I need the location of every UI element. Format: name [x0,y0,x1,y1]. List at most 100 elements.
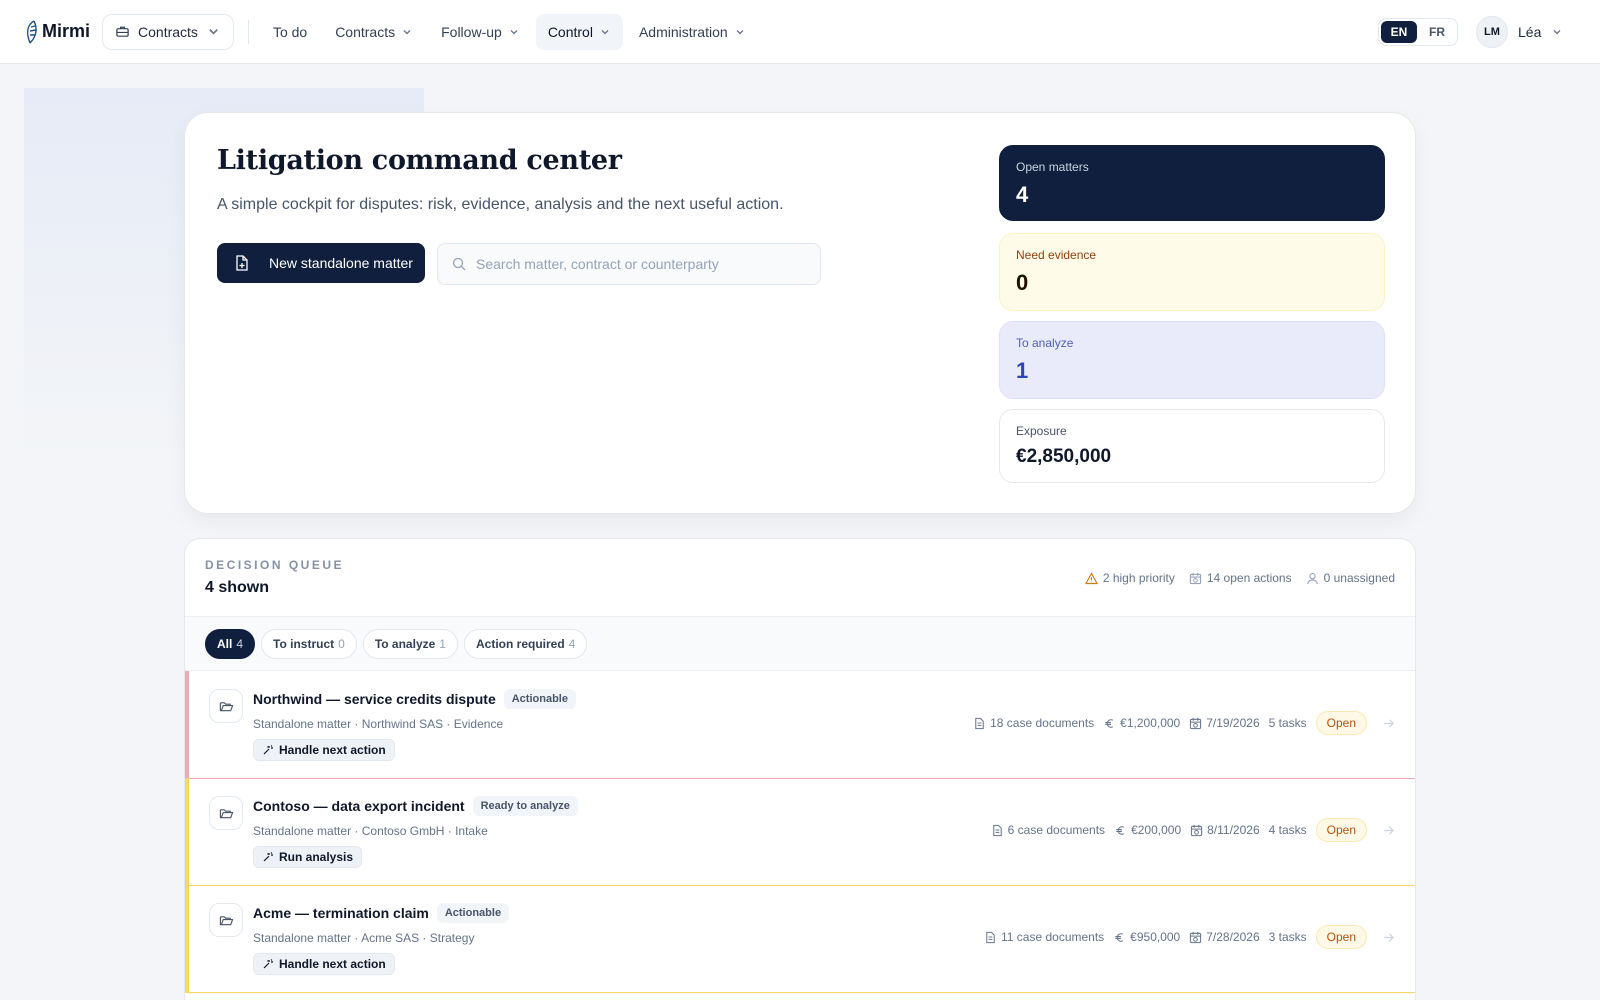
queue-filter-tabs: All 4 To instruct 0 To analyze 1 Action req… [185,617,1415,671]
documents-text: 11 case documents [1001,930,1105,944]
matter-meta: Standalone matter · Contoso GmbH · Intak… [253,824,488,838]
matter-row[interactable]: Northwind — service credits dispute Acti… [185,671,1415,779]
matter-title[interactable]: Contoso — data export incident [253,798,465,814]
search-placeholder: Search matter, contract or counterparty [476,256,719,272]
workspace-selector[interactable]: Contracts [102,13,234,50]
date-text: 7/19/2026 [1206,716,1260,730]
chevron-down-icon [510,29,518,34]
tab-label: All [217,636,233,651]
status-badge: Open [1315,925,1367,949]
matter-details: 11 case documents €950,000 7/28/2026 3 t… [984,925,1395,949]
chevron-down-icon [601,29,609,34]
amount-text: €1,200,000 [1120,716,1181,730]
nav-contracts[interactable]: Contracts [323,14,425,50]
next-action-button[interactable]: Handle next action [253,953,395,975]
stat-to-analyze[interactable]: To analyze 1 [999,321,1385,399]
stat-label: To analyze [1016,336,1074,350]
unassigned-summary: 0 unassigned [1306,571,1395,585]
folder-open-icon [219,915,233,925]
open-actions-text: 14 open actions [1206,571,1292,585]
tasks-count: 5 tasks [1268,716,1307,730]
stat-label: Exposure [1016,424,1067,438]
briefcase-icon [116,26,129,37]
date-text: 7/28/2026 [1206,930,1260,944]
brand-logo[interactable]: Mirmi [24,19,90,45]
lang-fr-button[interactable]: FR [1419,21,1455,43]
file-plus-icon [236,255,248,271]
euro-icon [1116,825,1125,835]
stat-label: Open matters [1016,160,1089,174]
nav-control-label: Control [547,23,593,40]
tab-count: 1 [439,636,446,651]
matter-title[interactable]: Acme — termination claim [253,905,429,921]
documents-icon [986,931,995,943]
matter-details: 18 case documents €1,200,000 7/19/2026 5… [973,711,1395,735]
user-menu[interactable]: LM Léa [1476,16,1563,48]
matter-details: 6 case documents €200,000 8/11/2026 4 ta… [991,818,1395,842]
due-date: 8/11/2026 [1190,823,1260,837]
matter-meta: Standalone matter · Northwind SAS · Evid… [253,717,504,731]
sparkle-icon [263,852,273,862]
user-name: Léa [1518,24,1542,40]
tab-count: 4 [236,636,244,651]
arrow-right-icon[interactable] [1382,717,1395,730]
matter-title-line: Northwind — service credits dispute Acti… [253,689,576,709]
stat-value: 4 [1016,182,1029,207]
exposure-amount: €950,000 [1113,930,1180,944]
stat-value: 0 [1016,270,1029,295]
matter-status-badge: Actionable [503,689,576,709]
documents-text: 18 case documents [990,716,1095,730]
stat-need-evidence[interactable]: Need evidence 0 [999,233,1385,311]
tab-count: 4 [568,636,576,651]
matter-status-badge: Actionable [436,903,510,923]
tab-to-analyze[interactable]: To analyze 1 [362,628,458,659]
search-icon [452,257,466,271]
matter-row[interactable]: Contoso — data export incident Ready to … [185,778,1415,886]
tab-all[interactable]: All 4 [205,628,256,659]
tab-count: 0 [338,636,345,651]
calendar-icon [1190,717,1202,729]
unassigned-text: 0 unassigned [1323,571,1395,585]
nav-followup-label: Follow-up [441,23,502,40]
brand-name: Mirmi [42,21,91,41]
euro-icon [1105,718,1114,728]
matter-meta: Standalone matter · Acme SAS · Strategy [253,931,475,945]
arrow-right-icon[interactable] [1382,931,1395,944]
next-action-button[interactable]: Handle next action [253,739,395,761]
documents-icon [992,824,1002,836]
main-nav: To do Contracts Follow-up Control Admini… [261,13,758,50]
folder-icon-box [209,903,243,937]
user-icon [1306,572,1318,584]
documents-icon [975,717,984,729]
avatar: LM [1476,16,1508,48]
nav-administration[interactable]: Administration [627,14,758,50]
matter-title[interactable]: Northwind — service credits dispute [253,691,496,707]
workspace-label: Contracts [138,23,198,40]
nav-administration-label: Administration [638,23,728,40]
matter-row[interactable]: Acme — termination claim Actionable Stan… [185,885,1415,993]
next-action-label: Handle next action [279,743,386,757]
documents-text: 6 case documents [1007,823,1106,837]
lang-en-button[interactable]: EN [1381,21,1417,43]
stat-exposure[interactable]: Exposure €2,850,000 [999,409,1385,483]
tab-to-instruct[interactable]: To instruct 0 [261,628,357,659]
queue-kicker: DECISION QUEUE [205,558,345,572]
search-input[interactable]: Search matter, contract or counterparty [437,243,821,285]
top-navigation-bar: Mirmi Contracts To do Contracts Follow-u… [0,0,1600,64]
status-badge: Open [1315,818,1367,842]
tab-action-required[interactable]: Action required 4 [463,628,588,659]
nav-control[interactable]: Control [535,13,623,50]
new-standalone-matter-button[interactable]: New standalone matter [217,243,425,283]
new-standalone-matter-label: New standalone matter [269,255,413,271]
exposure-amount: €200,000 [1114,823,1181,837]
calendar-clock-icon [1189,572,1202,584]
nav-followup[interactable]: Follow-up [429,14,532,50]
chevron-down-icon [403,29,411,34]
next-action-button[interactable]: Run analysis [253,846,363,868]
chevron-down-icon [209,29,218,35]
stat-open-matters[interactable]: Open matters 4 [999,145,1385,221]
nav-todo[interactable]: To do [261,14,319,50]
chevron-down-icon [736,29,744,34]
arrow-right-icon[interactable] [1382,824,1395,837]
stat-value: 1 [1016,358,1029,383]
